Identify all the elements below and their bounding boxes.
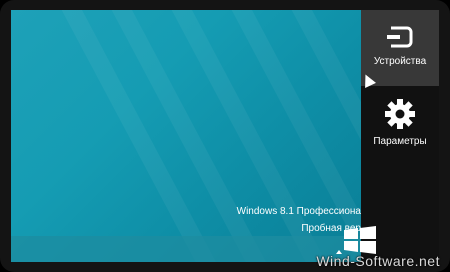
charms-bar: Устройства Параметры: [361, 10, 439, 262]
devices-icon: [387, 26, 413, 48]
charm-devices-label: Устройства: [373, 56, 427, 67]
gear-icon: [385, 99, 415, 129]
charm-devices[interactable]: Устройства: [361, 10, 439, 86]
windows-start-icon[interactable]: [342, 226, 378, 254]
os-version-watermark: Windows 8.1 Профессиона: [236, 206, 361, 217]
screen-frame: Windows 8.1 Профессиона Пробная вер Устр…: [0, 0, 450, 272]
taskbar[interactable]: [11, 236, 361, 262]
desktop-background[interactable]: Windows 8.1 Профессиона Пробная вер: [11, 10, 361, 262]
charm-settings-label: Параметры: [373, 136, 427, 147]
charm-settings[interactable]: Параметры: [361, 88, 439, 164]
site-watermark: Wind-Software.net: [316, 253, 440, 269]
